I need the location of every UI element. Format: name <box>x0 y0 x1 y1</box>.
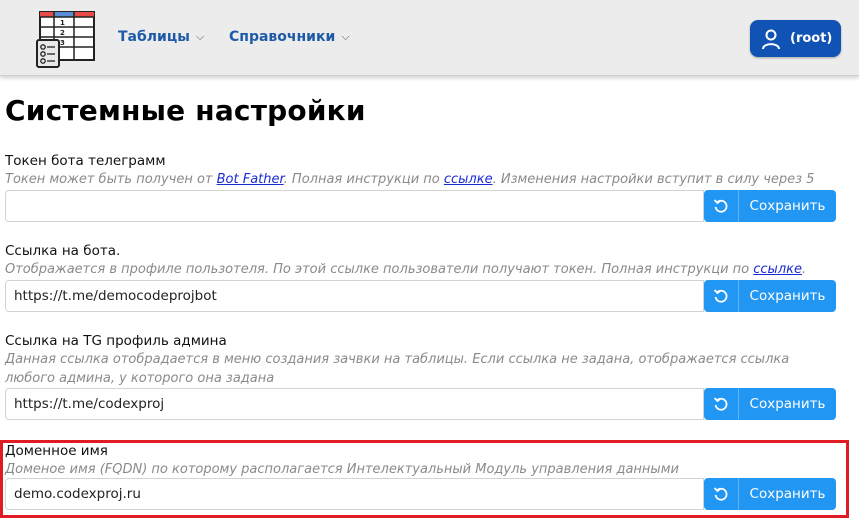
instructions-link[interactable]: ссылке <box>444 172 493 187</box>
setting-hint: Данная ссылка отобрадается в меню создан… <box>5 352 790 386</box>
undo-icon <box>713 199 728 213</box>
user-label: (root) <box>790 31 833 46</box>
chevron-down-icon: ⌵ <box>341 30 350 43</box>
chevron-down-icon: ⌵ <box>195 30 205 43</box>
setting-title: Ссылка на TG профиль админа <box>5 333 227 349</box>
instructions-link[interactable]: ссылке <box>753 262 802 277</box>
logo-digit: 2 <box>60 29 65 37</box>
bot-father-link[interactable]: Bot Father <box>217 172 284 187</box>
nav-tables-label: Таблицы <box>118 29 190 45</box>
app-logo-icon[interactable]: 1 2 3 <box>36 10 98 68</box>
nav-tables-menu[interactable]: Таблицы ⌵ <box>118 29 204 45</box>
reset-button[interactable] <box>704 190 738 222</box>
reset-button[interactable] <box>704 280 738 312</box>
setting-title: Ссылка на бота. <box>5 243 121 259</box>
setting-domain-name: Доменное имя Доменое имя (FQDN) по котор… <box>5 442 840 510</box>
page-title: Системные настройки <box>5 94 366 127</box>
nav-references-menu[interactable]: Справочники ⌵ <box>229 29 350 45</box>
reset-button[interactable] <box>704 478 738 510</box>
nav-references-label: Справочники <box>229 29 336 45</box>
user-icon <box>762 29 780 49</box>
setting-hint: Отображается в профиле пользотеля. По эт… <box>5 262 807 277</box>
undo-icon <box>713 397 728 411</box>
save-button[interactable]: Сохранить <box>738 478 836 510</box>
setting-title: Токен бота телеграмм <box>5 153 166 169</box>
top-bar: 1 2 3 Таблицы ⌵ Справочники ⌵ (root) <box>0 0 859 76</box>
undo-icon <box>713 487 728 501</box>
setting-admin-profile-link: Ссылка на TG профиль админа Данная ссылк… <box>5 332 840 420</box>
bot-token-input[interactable] <box>5 190 704 222</box>
save-button[interactable]: Сохранить <box>738 190 836 222</box>
reset-button[interactable] <box>704 388 738 420</box>
admin-profile-input[interactable] <box>5 388 704 420</box>
setting-bot-token: Токен бота телеграмм Токен может быть по… <box>5 152 840 222</box>
setting-hint: Доменое имя (FQDN) по которому располага… <box>5 462 679 477</box>
user-menu-button[interactable]: (root) <box>750 20 841 57</box>
save-button[interactable]: Сохранить <box>738 280 836 312</box>
setting-title: Доменное имя <box>5 443 108 459</box>
setting-bot-link: Ссылка на бота. Отображается в профиле п… <box>5 242 840 312</box>
bot-link-input[interactable] <box>5 280 704 312</box>
logo-digit: 1 <box>60 19 65 27</box>
undo-icon <box>713 289 728 303</box>
logo-digit: 3 <box>60 39 65 47</box>
domain-name-input[interactable] <box>5 478 704 510</box>
save-button[interactable]: Сохранить <box>738 388 836 420</box>
